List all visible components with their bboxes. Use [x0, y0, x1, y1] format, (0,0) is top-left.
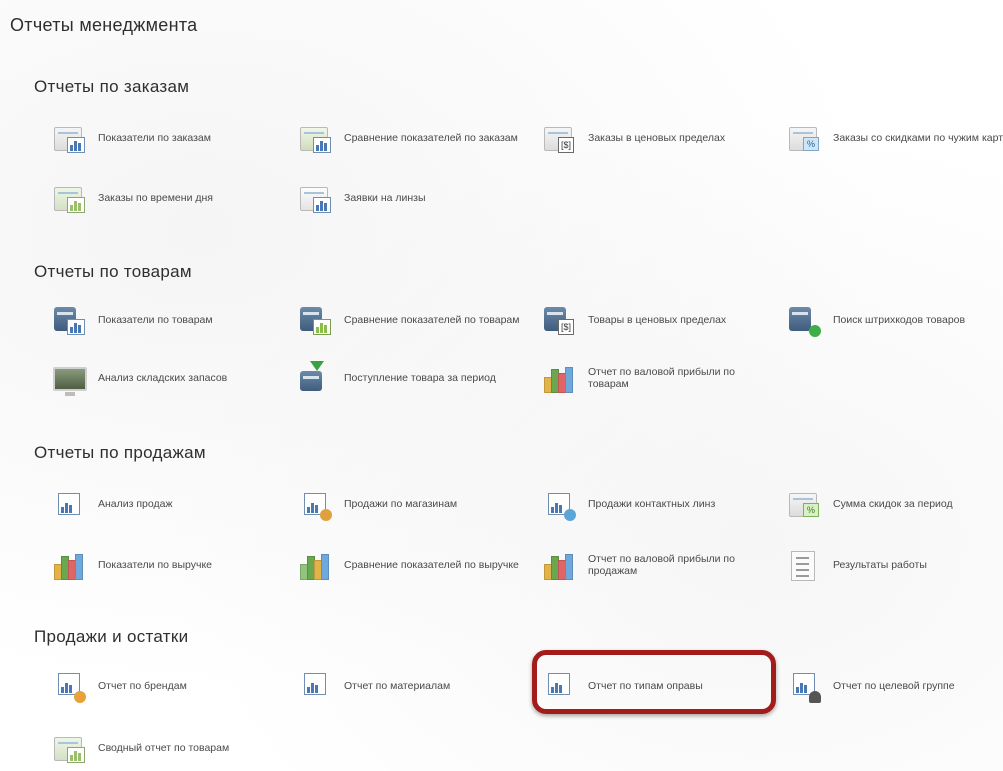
report-label: Товары в ценовых пределах [588, 314, 727, 326]
barcode-search-icon [787, 303, 821, 337]
compare-chart-icon [298, 121, 332, 155]
contact-lens-sales-icon [542, 487, 576, 521]
goods-receipt-icon [298, 361, 332, 395]
report-lens-requests[interactable]: Заявки на линзы [298, 178, 533, 218]
discount-sum-icon: % [787, 487, 821, 521]
section-title-sales: Отчеты по продажам [34, 443, 206, 462]
report-brands[interactable]: Отчет по брендам [52, 666, 287, 706]
report-label: Отчет по брендам [98, 680, 187, 692]
report-summary-products[interactable]: Сводный отчет по товарам [52, 728, 287, 768]
sales-analysis-icon [52, 487, 86, 521]
checklist-icon [787, 548, 821, 582]
report-orders-indicators[interactable]: Показатели по заказам [52, 118, 287, 158]
report-label: Заявки на линзы [344, 192, 426, 204]
section-title-products: Отчеты по товарам [34, 262, 192, 281]
report-label: Отчет по валовой прибыли по продажам [588, 553, 735, 577]
report-orders-time-of-day[interactable]: Заказы по времени дня [52, 178, 287, 218]
report-orders-discount-cards[interactable]: % Заказы со скидками по чужим картам [787, 118, 1003, 158]
revenue-chart-icon [52, 548, 86, 582]
report-label: Поступление товара за период [344, 372, 496, 384]
report-orders-compare[interactable]: Сравнение показателей по заказам [298, 118, 533, 158]
stock-analysis-icon [52, 361, 87, 396]
report-revenue-compare[interactable]: Сравнение показателей по выручке [298, 545, 533, 585]
report-label: Продажи контактных линз [588, 498, 716, 510]
report-label: Отчет по материалам [344, 680, 451, 692]
product-compare-icon [298, 303, 332, 337]
revenue-compare-icon [298, 548, 332, 582]
report-label: Поиск штрихкодов товаров [833, 314, 966, 326]
report-store-sales[interactable]: Продажи по магазинам [298, 484, 533, 524]
time-of-day-icon [52, 181, 86, 215]
brand-report-icon [52, 669, 86, 703]
report-revenue-indicators[interactable]: Показатели по выручке [52, 545, 287, 585]
section-title-sales-stock: Продажи и остатки [34, 627, 189, 646]
gross-profit-icon [542, 361, 576, 395]
lens-request-icon [298, 181, 332, 215]
report-label: Сводный отчет по товарам [98, 742, 230, 754]
discount-card-icon: % [787, 121, 821, 155]
page-title: Отчеты менеджмента [10, 15, 198, 35]
section-title-orders: Отчеты по заказам [34, 77, 190, 96]
report-barcode-search[interactable]: Поиск штрихкодов товаров [787, 300, 1003, 340]
report-materials[interactable]: Отчет по материалам [298, 666, 533, 706]
report-gross-profit-sales[interactable]: Отчет по валовой прибыли по продажам [542, 545, 777, 585]
sales-profit-icon [542, 548, 576, 582]
store-sales-icon [298, 487, 332, 521]
summary-report-icon [52, 731, 86, 765]
report-label: Отчет по целевой группе [833, 680, 955, 692]
report-target-group[interactable]: Отчет по целевой группе [787, 666, 1003, 706]
report-label: Заказы со скидками по чужим картам [833, 132, 1003, 144]
report-frame-types[interactable]: Отчет по типам оправы [542, 666, 777, 706]
report-products-compare[interactable]: Сравнение показателей по товарам [298, 300, 533, 340]
report-label: Анализ складских запасов [98, 372, 228, 384]
product-chart-icon [52, 303, 86, 337]
report-goods-receipt[interactable]: Поступление товара за период [298, 358, 533, 398]
report-label: Показатели по выручке [98, 559, 213, 571]
report-label: Продажи по магазинам [344, 498, 458, 510]
report-products-price-range[interactable]: [$] Товары в ценовых пределах [542, 300, 777, 340]
report-label: Отчет по типам оправы [588, 680, 703, 692]
report-label: Отчет по валовой прибыли по товарам [588, 366, 735, 390]
price-range-icon: [$] [542, 121, 576, 155]
report-label: Показатели по заказам [98, 132, 211, 144]
report-label: Сравнение показателей по товарам [344, 314, 520, 326]
frame-type-icon [542, 669, 576, 703]
report-products-indicators[interactable]: Показатели по товарам [52, 300, 287, 340]
product-price-icon: [$] [542, 303, 576, 337]
report-stock-analysis[interactable]: Анализ складских запасов [52, 358, 287, 398]
report-label: Сравнение показателей по заказам [344, 132, 518, 144]
report-label: Сравнение показателей по выручке [344, 559, 519, 571]
sheet-chart-icon [52, 121, 86, 155]
report-label: Показатели по товарам [98, 314, 213, 326]
report-gross-profit-products[interactable]: Отчет по валовой прибыли по товарам [542, 358, 777, 398]
report-label: Заказы в ценовых пределах [588, 132, 726, 144]
report-label: Сумма скидок за период [833, 498, 953, 510]
report-discount-sum[interactable]: % Сумма скидок за период [787, 484, 1003, 524]
report-label: Анализ продаж [98, 498, 173, 510]
management-reports-page: Отчеты менеджмента Отчеты по заказам Пок… [0, 0, 1003, 771]
report-orders-price-range[interactable]: [$] Заказы в ценовых пределах [542, 118, 777, 158]
report-work-results[interactable]: Результаты работы [787, 545, 1003, 585]
report-contact-lens-sales[interactable]: Продажи контактных линз [542, 484, 777, 524]
target-group-icon [787, 669, 821, 703]
material-report-icon [298, 669, 332, 703]
report-label: Заказы по времени дня [98, 192, 213, 204]
report-label: Результаты работы [833, 559, 927, 571]
report-sales-analysis[interactable]: Анализ продаж [52, 484, 287, 524]
